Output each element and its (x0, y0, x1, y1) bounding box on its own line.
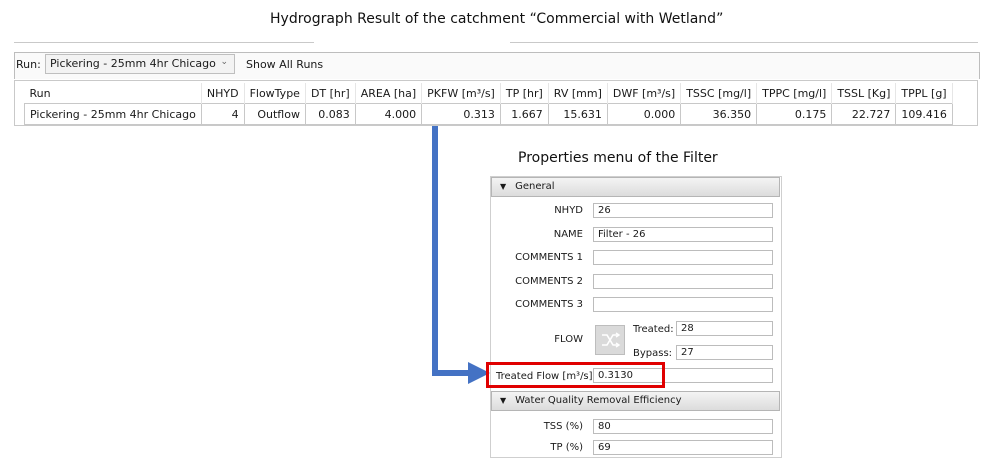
table-cell: 4.000 (354, 103, 423, 125)
column-header[interactable]: TPPC [mg/l] (756, 83, 833, 104)
column-header[interactable]: PKFW [m³/s] (421, 83, 501, 104)
name-field[interactable]: Filter - 26 (593, 227, 773, 242)
table-cell: 36.350 (680, 103, 758, 125)
column-header[interactable]: TSSL [Kg] (831, 83, 897, 104)
tss-field[interactable]: 80 (593, 419, 773, 434)
table-cell: 0.313 (421, 103, 501, 125)
comments-1-field[interactable] (593, 250, 773, 265)
tp-field[interactable]: 69 (593, 440, 773, 455)
bypass-field[interactable]: 27 (676, 345, 773, 360)
table-cell: 1.667 (499, 103, 549, 125)
treated-field[interactable]: 28 (676, 321, 773, 336)
column-header[interactable]: Run (24, 83, 202, 104)
general-header-label: General (515, 181, 555, 192)
run-select[interactable]: Pickering - 25mm 4hr Chicago ⌄ (45, 54, 235, 74)
top-divider-right (510, 42, 978, 43)
name-label: NAME (553, 229, 583, 240)
table-cell: 0.083 (304, 103, 356, 125)
column-header[interactable]: TPPL [g] (895, 83, 953, 104)
table-cell: 0.175 (756, 103, 833, 125)
comments-2-field[interactable] (593, 274, 773, 289)
tp-label: TP (%) (550, 442, 583, 453)
table-cell: 0.000 (606, 103, 682, 125)
shuffle-icon (602, 332, 621, 348)
properties-title: Properties menu of the Filter (518, 150, 718, 166)
column-header[interactable]: DWF [m³/s] (607, 83, 682, 104)
connector-line-vertical (432, 126, 438, 376)
treated-label: Treated: (633, 324, 674, 335)
highlight-box (486, 362, 665, 388)
comments-1-label: COMMENTS 1 (515, 252, 583, 263)
column-header[interactable]: RV [mm] (548, 83, 608, 104)
column-header[interactable]: DT [hr] (305, 83, 356, 104)
collapse-triangle-icon: ▼ (500, 396, 507, 405)
table-cell: 22.727 (831, 103, 897, 125)
water-quality-section-header[interactable]: ▼ Water Quality Removal Efficiency (491, 391, 780, 411)
table-cell: 15.631 (547, 103, 608, 125)
connector-line-horizontal (432, 370, 470, 376)
column-header[interactable]: TSSC [mg/l] (680, 83, 758, 104)
run-label: Run: (16, 58, 41, 71)
table-cell: 4 (200, 103, 245, 125)
general-section-header[interactable]: ▼ General (491, 177, 780, 197)
figure-heading: Hydrograph Result of the catchment “Comm… (270, 11, 724, 27)
flow-label: FLOW (554, 334, 583, 345)
run-select-value: Pickering - 25mm 4hr Chicago (50, 57, 216, 70)
comments-3-label: COMMENTS 3 (515, 299, 583, 310)
table-header-row: Run NHYD FlowType DT [hr] AREA [ha] PKFW [m³/… (24, 83, 953, 104)
nhyd-label: NHYD (554, 205, 583, 216)
table-row[interactable]: Pickering - 25mm 4hr Chicago 4 Outflow 0.08… (24, 103, 953, 125)
show-all-runs-button[interactable]: Show All Runs (246, 58, 323, 71)
nhyd-field[interactable]: 26 (593, 203, 773, 218)
table-cell: Outflow (243, 103, 306, 125)
results-table: Run NHYD FlowType DT [hr] AREA [ha] PKFW [m³/… (24, 83, 953, 125)
bypass-label: Bypass: (633, 348, 673, 359)
chevron-down-icon: ⌄ (220, 57, 228, 67)
tss-label: TSS (%) (543, 421, 583, 432)
collapse-triangle-icon: ▼ (500, 182, 507, 191)
comments-2-label: COMMENTS 2 (515, 276, 583, 287)
column-header[interactable]: NHYD (201, 83, 245, 104)
flow-selector-button[interactable] (595, 325, 625, 355)
table-cell: 109.416 (895, 103, 953, 125)
column-header[interactable]: FlowType (244, 83, 306, 104)
table-cell: Pickering - 25mm 4hr Chicago (24, 103, 202, 125)
properties-panel (490, 176, 782, 458)
water-quality-header-label: Water Quality Removal Efficiency (515, 395, 682, 406)
top-divider-left (14, 42, 314, 43)
column-header[interactable]: TP [hr] (500, 83, 549, 104)
comments-3-field[interactable] (593, 297, 773, 312)
column-header[interactable]: AREA [ha] (355, 83, 423, 104)
